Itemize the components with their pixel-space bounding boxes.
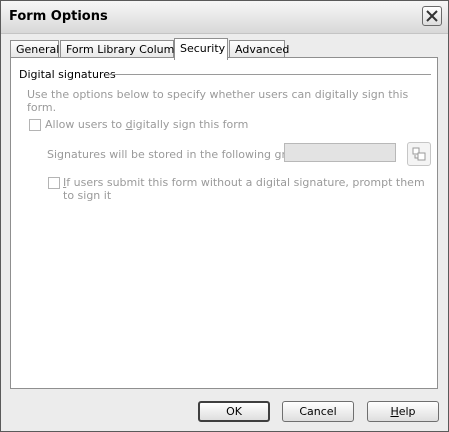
tab-advanced-label: Advanced <box>235 43 290 56</box>
signature-group-field[interactable] <box>284 143 396 162</box>
group-label: Signatures will be stored in the followi… <box>47 148 311 161</box>
help-button[interactable]: Help <box>367 401 439 422</box>
tab-general[interactable]: General <box>10 40 59 58</box>
cancel-button[interactable]: Cancel <box>282 401 354 422</box>
tab-security[interactable]: Security <box>174 38 228 60</box>
tab-form-library-columns[interactable]: Form Library Columns <box>60 40 187 58</box>
ok-button[interactable]: OK <box>198 401 270 422</box>
window-title: Form Options <box>9 9 108 24</box>
close-button[interactable] <box>422 6 442 26</box>
tab-form-library-columns-label: Form Library Columns <box>66 43 188 56</box>
section-divider <box>105 74 431 75</box>
prompt-sign-label: If users submit this form without a digi… <box>63 176 425 202</box>
tab-general-label: General <box>16 43 60 56</box>
allow-sign-label: Allow users to digitally sign this form <box>45 118 249 131</box>
browse-group-icon <box>412 147 426 161</box>
allow-sign-checkbox[interactable] <box>29 119 41 131</box>
section-title: Digital signatures <box>19 68 116 81</box>
section-description: Use the options below to specify whether… <box>27 88 409 114</box>
tab-security-label: Security <box>180 42 226 55</box>
form-options-dialog: Form Options General Form Library Column… <box>0 0 449 432</box>
title-bar: Form Options <box>1 1 448 34</box>
prompt-sign-checkbox[interactable] <box>48 177 60 189</box>
browse-group-button[interactable] <box>407 142 431 166</box>
security-panel: Digital signatures Use the options below… <box>10 57 438 389</box>
tab-advanced[interactable]: Advanced <box>229 40 289 58</box>
close-icon <box>426 10 438 22</box>
